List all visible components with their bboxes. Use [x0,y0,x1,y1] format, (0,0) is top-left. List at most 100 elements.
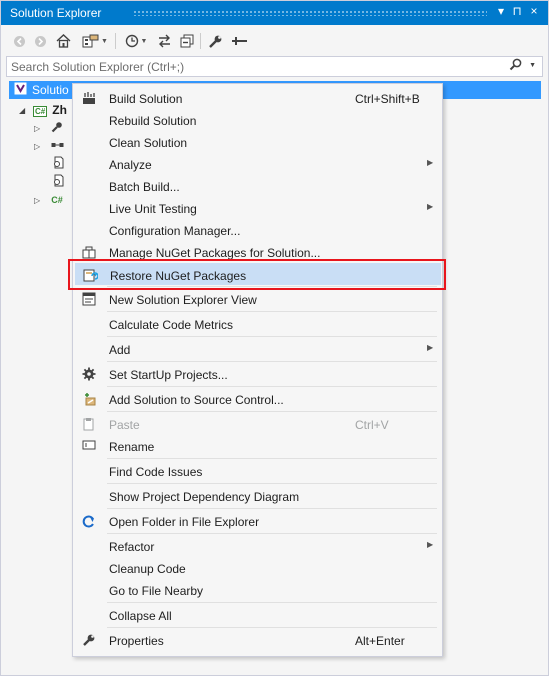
menu-item-find-code-issues[interactable]: Find Code Issues [75,460,441,482]
rename-icon [81,439,97,453]
preview-icon[interactable] [230,30,248,52]
toolbar-separator [200,33,201,49]
tree-item-config-file[interactable] [52,173,66,191]
menu-separator [107,627,437,628]
properties-icon[interactable] [207,30,223,52]
menu-item-label: Show Project Dependency Diagram [109,490,300,504]
menu-item-show-project-dependency-diagram[interactable]: Show Project Dependency Diagram [75,485,441,507]
menu-item-rebuild-solution[interactable]: Rebuild Solution [75,109,441,131]
search-icon[interactable] [509,58,522,74]
references-icon [50,140,64,153]
menu-item-label: Batch Build... [109,180,180,194]
title-bar-grip[interactable] [133,10,487,16]
sync-icon[interactable] [156,30,172,52]
tree-item-references[interactable]: ▷ [34,137,64,155]
menu-item-set-startup-projects[interactable]: Set StartUp Projects... [75,363,441,385]
build-icon [81,91,97,105]
config-file-icon [52,174,66,190]
toolbar: ▼ ▼ [1,27,548,55]
menu-item-label: Properties [109,634,164,648]
search-box: ▼ [6,56,543,77]
menu-item-shortcut: Alt+Enter [355,634,405,648]
menu-item-collapse-all[interactable]: Collapse All [75,604,441,626]
csharp-file-icon: C# [51,195,63,205]
window-title: Solution Explorer [10,6,102,20]
submenu-arrow-icon: ▶ [427,343,434,352]
menu-item-build-solution[interactable]: Build Solution Ctrl+Shift+B [75,87,441,109]
search-input[interactable] [7,57,505,76]
menu-separator [107,602,437,603]
menu-item-calculate-code-metrics[interactable]: Calculate Code Metrics [75,313,441,335]
menu-separator [107,336,437,337]
open-folder-icon [81,514,97,528]
menu-separator [107,508,437,509]
gear-icon [81,367,97,381]
solution-explorer-window: Solution Explorer ▾ ⊓ × ▼ ▼ Search Solut… [0,0,549,676]
tree-item-properties[interactable]: ▷ [34,119,64,137]
window-position-dropdown-icon[interactable]: ▾ [494,4,508,18]
forward-icon[interactable] [33,30,47,52]
tree-item-config-file[interactable] [52,155,66,173]
source-control-icon [81,392,97,406]
menu-item-label: Collapse All [109,609,172,623]
search-options-dropdown-icon[interactable]: ▼ [529,62,536,69]
menu-item-shortcut: Ctrl+Shift+B [355,92,420,106]
menu-item-analyze[interactable]: Analyze ▶ [75,153,441,175]
menu-separator [107,361,437,362]
menu-item-cleanup-code[interactable]: Cleanup Code [75,557,441,579]
close-icon[interactable]: × [527,4,541,18]
menu-item-label: Calculate Code Metrics [109,318,234,332]
menu-item-label: Refactor [109,540,155,554]
menu-item-clean-solution[interactable]: Clean Solution [75,131,441,153]
menu-item-refactor[interactable]: Refactor ▶ [75,535,441,557]
menu-item-open-folder-in-file-explorer[interactable]: Open Folder in File Explorer [75,510,441,532]
menu-item-go-to-file-nearby[interactable]: Go to File Nearby [75,579,441,601]
tree-item-label: Zh [52,103,67,117]
tree-item-label: Solutio [32,83,69,97]
menu-item-label: Cleanup Code [109,562,186,576]
expanded-triangle-icon[interactable]: ◢ [19,106,29,115]
menu-item-properties[interactable]: Properties Alt+Enter [75,629,441,651]
tree-item-project[interactable]: ◢ C# Zh [19,101,67,119]
menu-separator [107,483,437,484]
menu-separator [107,386,437,387]
collapse-all-icon[interactable] [179,30,195,52]
tree-item-csharp-file[interactable]: ▷ C# [34,191,64,209]
context-menu: Build Solution Ctrl+Shift+B Rebuild Soluti… [72,83,443,657]
pending-changes-filter-icon[interactable]: ▼ [122,30,150,52]
auto-hide-pin-icon[interactable]: ⊓ [510,4,524,18]
menu-item-label: Live Unit Testing [109,202,197,216]
menu-item-new-solution-explorer-view[interactable]: New Solution Explorer View [75,288,441,310]
menu-item-label: Clean Solution [109,136,188,150]
menu-item-shortcut: Ctrl+V [355,418,389,432]
menu-item-live-unit-testing[interactable]: Live Unit Testing ▶ [75,197,441,219]
menu-item-label: Paste [109,418,140,432]
menu-item-rename[interactable]: Rename [75,435,441,457]
collapsed-triangle-icon[interactable]: ▷ [34,142,44,151]
collapsed-triangle-icon[interactable]: ▷ [34,196,44,205]
home-icon[interactable] [55,30,71,52]
menu-item-paste[interactable]: Paste Ctrl+V [75,413,441,435]
menu-item-label: Go to File Nearby [109,584,204,598]
submenu-arrow-icon: ▶ [427,158,434,167]
menu-item-configuration-manager[interactable]: Configuration Manager... [75,219,441,241]
csharp-project-icon: C# [33,106,48,117]
collapsed-triangle-icon[interactable]: ▷ [34,124,44,133]
menu-item-label: Configuration Manager... [109,224,241,238]
menu-separator [107,411,437,412]
menu-item-add-solution-to-source-control[interactable]: Add Solution to Source Control... [75,388,441,410]
back-icon[interactable] [12,30,26,52]
visual-studio-solution-icon [13,82,27,98]
menu-item-label: Add [109,343,131,357]
menu-item-add[interactable]: Add ▶ [75,338,441,360]
menu-item-label: Add Solution to Source Control... [109,393,284,407]
config-file-icon [52,156,66,172]
nuget-icon [81,245,97,259]
switch-views-icon[interactable]: ▼ [78,30,112,52]
submenu-arrow-icon: ▶ [427,540,434,549]
menu-item-label: Rename [109,440,155,454]
menu-item-batch-build[interactable]: Batch Build... [75,175,441,197]
paste-icon [81,417,97,431]
submenu-arrow-icon: ▶ [427,202,434,211]
menu-item-label: Open Folder in File Explorer [109,515,260,529]
